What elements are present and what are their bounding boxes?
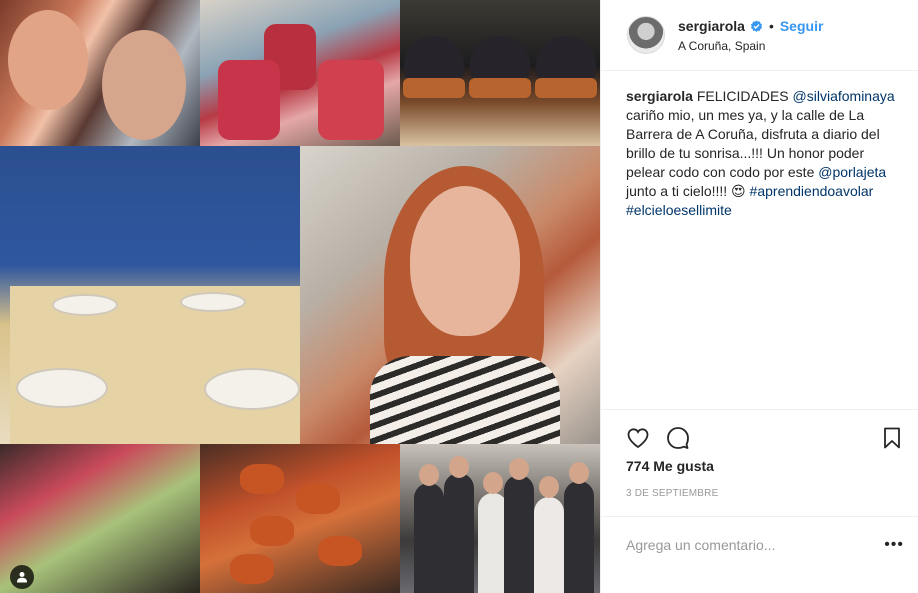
- more-options-icon[interactable]: •••: [884, 536, 904, 554]
- mention-link[interactable]: @porlajeta: [818, 164, 886, 180]
- hashtag-link[interactable]: #elcieloesellimite: [626, 202, 732, 218]
- comment-icon[interactable]: [666, 426, 690, 450]
- caption-text: FELICIDADES: [692, 88, 793, 104]
- mention-link[interactable]: @silviafominaya: [793, 88, 895, 104]
- photo-black-burgers: [400, 0, 600, 146]
- post-date: 3 DE SEPTIEMBRE: [626, 488, 719, 499]
- post-side-panel: sergiarola • Seguir A Coruña, Spain serg…: [600, 0, 918, 593]
- username-link[interactable]: sergiarola: [678, 18, 745, 34]
- photo-group: [400, 444, 600, 593]
- heart-icon[interactable]: [626, 426, 650, 450]
- instagram-post: sergiarola • Seguir A Coruña, Spain serg…: [0, 0, 918, 593]
- photo-couple: [0, 0, 200, 146]
- verified-badge-icon: [750, 19, 763, 32]
- post-actions: 774 Me gusta 3 DE SEPTIEMBRE: [601, 409, 918, 502]
- comment-bar: •••: [601, 516, 918, 572]
- location-link[interactable]: A Coruña, Spain: [678, 39, 823, 53]
- photo-restaurant-table: [0, 146, 300, 444]
- photo-chicken-wings: [200, 444, 400, 593]
- caption-username[interactable]: sergiarola: [626, 88, 693, 104]
- separator-dot: •: [768, 18, 774, 34]
- post-image-collage[interactable]: [0, 0, 600, 593]
- user-icon[interactable]: [10, 565, 34, 589]
- hashtag-link[interactable]: #aprendiendoavolar: [750, 183, 874, 199]
- photo-woman-selfie: [300, 146, 600, 444]
- post-header: sergiarola • Seguir A Coruña, Spain: [601, 0, 918, 71]
- bookmark-icon[interactable]: [880, 426, 904, 450]
- likes-count[interactable]: 774 Me gusta: [626, 458, 904, 476]
- photo-cocktails: [200, 0, 400, 146]
- post-caption: sergiarola FELICIDADES @silviafominaya c…: [601, 71, 918, 409]
- follow-button[interactable]: Seguir: [780, 18, 824, 34]
- caption-text: junto a ti cielo!!!! 😍: [626, 183, 750, 199]
- comment-input[interactable]: [626, 536, 866, 553]
- avatar[interactable]: [627, 16, 665, 54]
- user-icon-glyph: [17, 572, 27, 583]
